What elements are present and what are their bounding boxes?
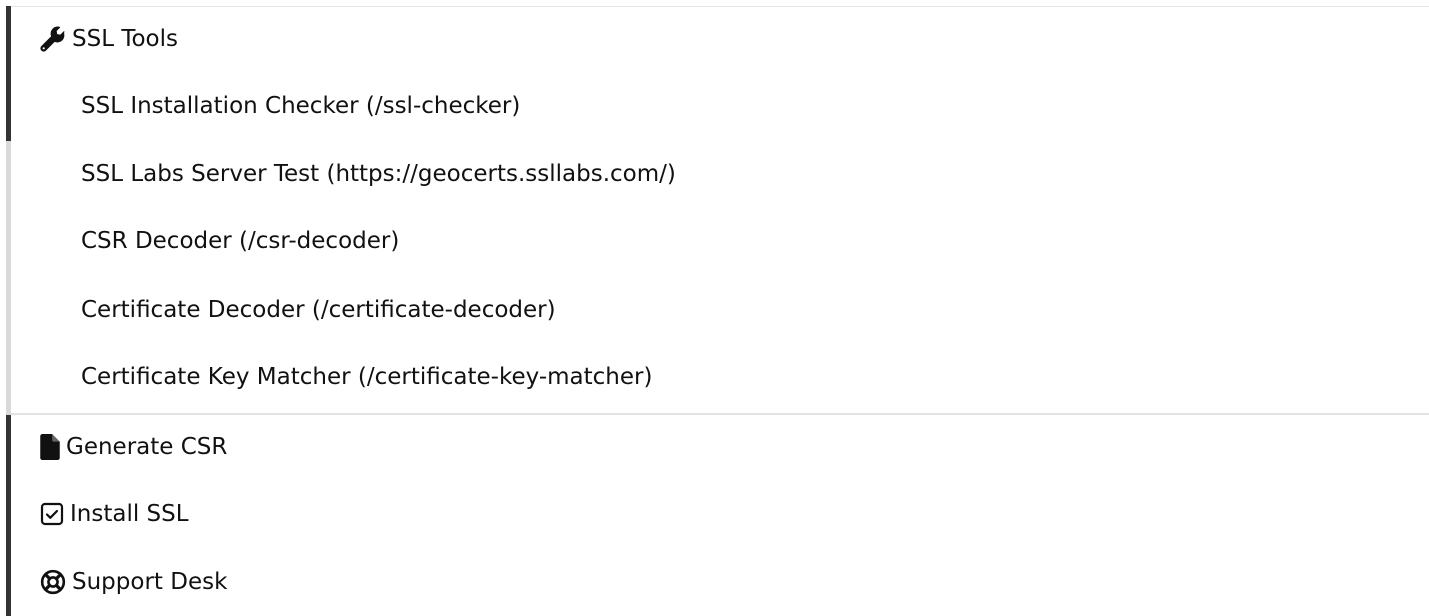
submenu-item-label: Certificate Key Matcher (/certificate-ke… (81, 363, 653, 390)
file-icon (40, 434, 60, 460)
life-ring-icon (40, 569, 66, 595)
navigation-menu: SSL Tools SSL Installation Checker (/ssl… (0, 0, 1429, 616)
menu-item-label: Install SSL (70, 500, 189, 527)
menu-item-ssl-tools[interactable]: SSL Tools (40, 19, 178, 59)
submenu-item-label: CSR Decoder (/csr-decoder) (81, 227, 400, 254)
submenu-item-csr-decoder[interactable]: CSR Decoder (/csr-decoder) (81, 221, 399, 261)
menu-indicator-bar (6, 415, 11, 616)
active-indicator-bar (6, 6, 11, 141)
menu-item-install-ssl[interactable]: Install SSL (40, 494, 189, 534)
top-divider (10, 6, 1429, 7)
menu-item-label: SSL Tools (72, 25, 178, 52)
submenu-item-certificate-key-matcher[interactable]: Certificate Key Matcher (/certificate-ke… (81, 357, 652, 397)
submenu-item-label: Certificate Decoder (/certificate-decode… (81, 296, 556, 323)
submenu-item-certificate-decoder[interactable]: Certificate Decoder (/certificate-decode… (81, 290, 556, 330)
menu-item-generate-csr[interactable]: Generate CSR (40, 427, 227, 467)
menu-item-label: Support Desk (72, 568, 228, 595)
submenu-indicator-bar (6, 141, 11, 415)
wrench-icon (40, 26, 66, 52)
submenu-item-label: SSL Labs Server Test (https://geocerts.s… (81, 160, 676, 187)
submenu-item-label: SSL Installation Checker (/ssl-checker) (81, 92, 521, 119)
menu-item-label: Generate CSR (66, 433, 228, 460)
section-divider (11, 413, 1429, 415)
submenu-item-ssl-installation-checker[interactable]: SSL Installation Checker (/ssl-checker) (81, 86, 520, 126)
check-square-icon (40, 502, 64, 526)
menu-item-support-desk[interactable]: Support Desk (40, 562, 227, 602)
submenu-item-ssl-labs-server-test[interactable]: SSL Labs Server Test (https://geocerts.s… (81, 154, 676, 194)
